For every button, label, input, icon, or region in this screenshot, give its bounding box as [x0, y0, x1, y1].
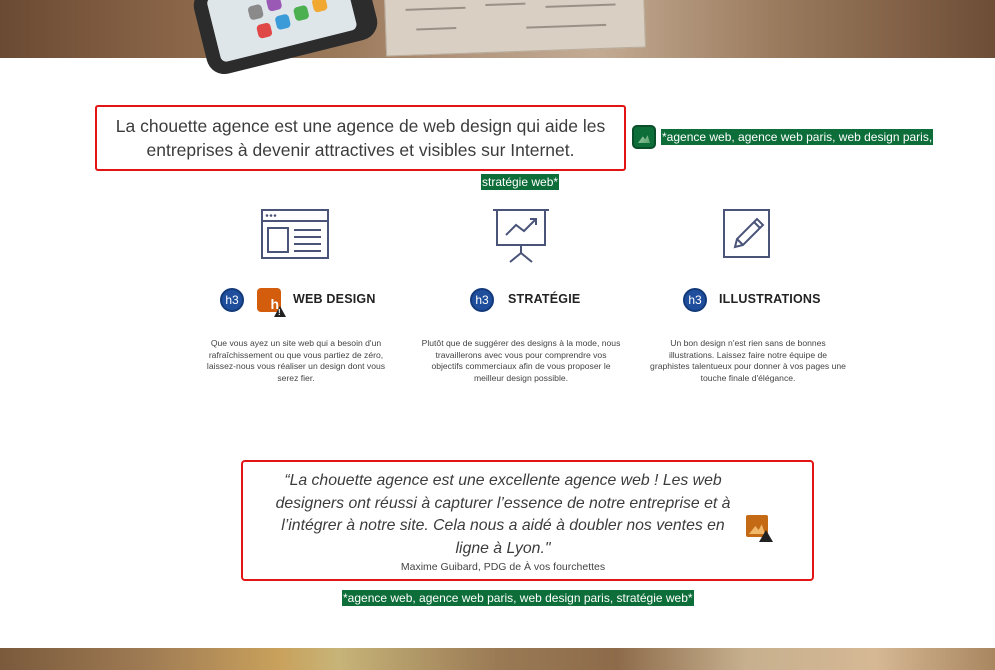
service-title-web-design: WEB DESIGN [293, 292, 376, 306]
heading-level-badge: h3 [683, 288, 707, 312]
heading-level-badge: h3 [470, 288, 494, 312]
testimonial-image-alt-text: *agence web, agence web paris, web desig… [342, 590, 694, 606]
pencil-edit-icon [723, 209, 770, 258]
hero-image-bottom [0, 648, 995, 670]
intro-text: La chouette agence est une agence de web… [115, 116, 606, 160]
intro-highlight-box: La chouette agence est une agence de web… [95, 105, 626, 171]
smartphone-illustration [189, 0, 382, 78]
service-title-strategie: STRATÉGIE [508, 292, 581, 306]
service-title-illustrations: ILLUSTRATIONS [719, 292, 821, 306]
testimonial-author: Maxime Guibard, PDG de À vos fourchettes [400, 561, 606, 573]
service-text-illustrations: Un bon design n'est rien sans de bonnes … [650, 338, 846, 383]
testimonial-highlight-box: “La chouette agence est une excellente a… [241, 460, 814, 581]
image-alt-text-line1: *agence web, agence web paris, web desig… [661, 129, 934, 145]
sketch-paper [383, 0, 647, 57]
page: La chouette agence est une agence de web… [0, 0, 995, 670]
image-alt-text-line2: stratégie web* [481, 174, 560, 190]
testimonial-quote: “La chouette agence est une excellente a… [275, 472, 731, 557]
image-icon[interactable] [632, 125, 656, 149]
heading-level-badge: h3 [220, 288, 244, 312]
browser-window-icon [261, 209, 329, 259]
service-text-strategie: Plutôt que de suggérer des designs à la … [421, 338, 621, 383]
hero-image-top [0, 0, 995, 78]
image-warning-icon[interactable] [746, 515, 773, 542]
presentation-chart-icon [493, 209, 549, 263]
service-text-web-design: Que vous ayez un site web qui a besoin d… [206, 338, 386, 383]
heading-warning-icon[interactable]: h [257, 288, 286, 317]
